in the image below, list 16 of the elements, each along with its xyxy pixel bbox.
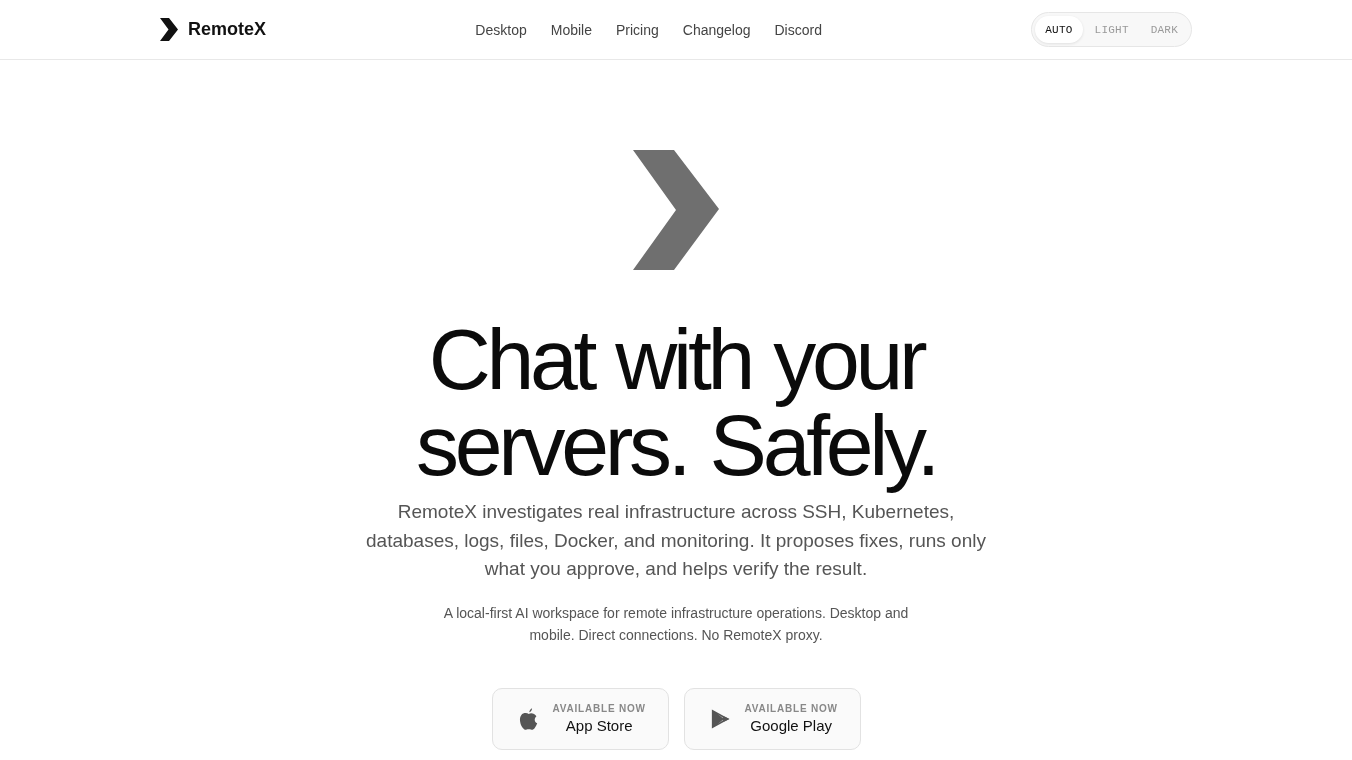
- tagline: A local-first AI workspace for remote infrastructure operations. Desktop and mobile. Direct connections. No RemoteX proxy.: [442, 603, 910, 645]
- chevron-logo-icon: [633, 150, 719, 270]
- subtitle: RemoteX investigates real infrastructure across SSH, Kubernetes, databases, logs, files, Docker, and monitoring. It proposes fixes, runs only what you approve, and helps verify the result.: [365, 500, 987, 581]
- nav-link[interactable]: Discord: [774, 21, 822, 38]
- headline: Chat with your servers. Safely.: [414, 312, 937, 495]
- nav-link[interactable]: Changelog: [682, 21, 751, 38]
- google-play-button[interactable]: AVAILABLE NOW Google Play: [683, 687, 861, 750]
- app-store-button[interactable]: AVAILABLE NOW App Store: [491, 687, 669, 750]
- brand-name[interactable]: RemoteX: [188, 19, 267, 40]
- apple-icon: [518, 707, 538, 730]
- nav-link[interactable]: Mobile: [550, 21, 592, 38]
- nav-link[interactable]: Desktop: [475, 21, 527, 38]
- chevron-logo-icon: [160, 18, 178, 41]
- theme-option[interactable]: AUTO: [1035, 16, 1083, 43]
- play-triangle-icon: [710, 707, 730, 730]
- nav-link[interactable]: Pricing: [615, 21, 659, 38]
